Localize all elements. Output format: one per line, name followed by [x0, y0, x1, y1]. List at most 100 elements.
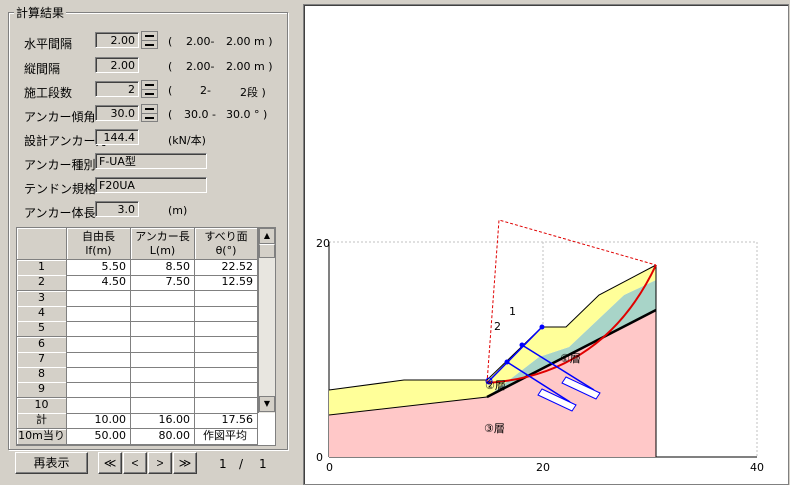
- cell-slip-angle: [195, 351, 258, 368]
- tendon-value: F20UA: [95, 177, 207, 193]
- tendon-label: テンドン規格: [24, 182, 97, 196]
- row-header[interactable]: 1: [17, 260, 67, 276]
- cell-anchor-length: [131, 290, 195, 307]
- total-anchor-length: 16.00: [131, 413, 195, 429]
- col-header-free-length[interactable]: 自由長 lf(m): [67, 228, 131, 260]
- tilt-spinner[interactable]: [141, 104, 158, 122]
- last-page-button[interactable]: ≫: [173, 452, 197, 474]
- horiz-range-open: (: [168, 35, 173, 48]
- per10m-label: 10m当り: [17, 429, 67, 445]
- prev-page-button[interactable]: <: [123, 452, 147, 474]
- cell-slip-angle: [195, 321, 258, 338]
- tilt-range-min: 30.0 -: [184, 108, 216, 121]
- scroll-thumb[interactable]: [259, 244, 275, 258]
- row-header[interactable]: 6: [17, 336, 67, 353]
- horiz-range-min: 2.00-: [186, 35, 215, 48]
- col-header-anchor-length[interactable]: アンカー長 L(m): [131, 228, 195, 260]
- tilt-label: アンカー傾角: [24, 110, 96, 124]
- vert-label: 縦間隔: [24, 62, 61, 76]
- cell-slip-angle: 12.59: [195, 275, 258, 292]
- col-header-text: 自由長: [82, 230, 115, 243]
- cell-free-length: [67, 305, 131, 322]
- stages-value[interactable]: 2: [95, 81, 139, 97]
- col-header-unit: lf(m): [85, 244, 112, 257]
- anchor-point-3: [504, 359, 510, 365]
- cell-anchor-length: [131, 382, 195, 399]
- row-header[interactable]: 7: [17, 351, 67, 368]
- horiz-range-max: 2.00 m ): [226, 35, 273, 48]
- scroll-up-arrow-icon[interactable]: ▲: [259, 228, 275, 244]
- redisplay-button[interactable]: 再表示: [15, 452, 88, 474]
- horiz-spinner[interactable]: [141, 31, 158, 49]
- tilt-value[interactable]: 30.0: [95, 105, 139, 121]
- per10m-free-length: 50.00: [67, 429, 131, 445]
- cell-anchor-length: [131, 305, 195, 322]
- stages-range-max: 2段 ): [240, 86, 266, 99]
- anchor-point-2: [519, 342, 525, 348]
- body-length-unit: (m): [168, 204, 188, 217]
- per10m-anchor-length: 80.00: [131, 429, 195, 445]
- row-header[interactable]: 9: [17, 382, 67, 399]
- horiz-label: 水平間隔: [24, 37, 73, 51]
- y-tick-0: 0: [316, 451, 323, 464]
- col-header-unit: L(m): [149, 244, 176, 257]
- vert-range-max: 2.00 m ): [226, 60, 273, 73]
- cross-section-view[interactable]: 20 0 0 20 40 1 2 ①層 ②層 ③層: [303, 4, 789, 485]
- vert-value[interactable]: 2.00: [95, 57, 139, 73]
- row-header[interactable]: 10: [17, 397, 67, 414]
- cell-free-length: 5.50: [67, 260, 131, 276]
- cell-free-length: 4.50: [67, 275, 131, 292]
- cell-free-length: [67, 367, 131, 384]
- cross-section-canvas: [328, 219, 758, 458]
- stages-range-open: (: [168, 84, 173, 97]
- col-header-text: アンカー長: [135, 230, 190, 243]
- col-header-unit: θ(°): [215, 244, 237, 257]
- row-header[interactable]: 4: [17, 305, 67, 322]
- x-tick-20: 20: [536, 461, 550, 474]
- design-force-value: 144.4: [95, 129, 139, 145]
- body-length-value: 3.0: [95, 201, 139, 217]
- group-title: 計算結果: [14, 4, 67, 21]
- pager-separator: /: [239, 457, 244, 471]
- stages-spinner[interactable]: [141, 80, 158, 98]
- cell-anchor-length: 8.50: [131, 260, 195, 276]
- cell-slip-angle: [195, 305, 258, 322]
- cell-slip-angle: [195, 336, 258, 353]
- first-page-button[interactable]: ≪: [98, 452, 122, 474]
- tilt-range-max: 30.0 ° ): [226, 108, 268, 121]
- slope-ratio-2: 2: [494, 320, 501, 333]
- layer3-label: ③層: [484, 422, 505, 435]
- vert-range-open: (: [168, 60, 173, 73]
- cell-free-length: [67, 290, 131, 307]
- cell-slip-angle: [195, 367, 258, 384]
- row-header[interactable]: 2: [17, 275, 67, 292]
- anchor-point-1: [539, 324, 545, 330]
- anchor-type-label: アンカー種別: [24, 158, 96, 172]
- cell-slip-angle: [195, 290, 258, 307]
- layer1-label: ①層: [560, 352, 581, 365]
- table-scrollbar[interactable]: ▲ ▼: [258, 228, 275, 413]
- row-header[interactable]: 5: [17, 321, 67, 338]
- cell-anchor-length: [131, 336, 195, 353]
- cell-anchor-length: [131, 397, 195, 414]
- anchor-type-value: F-UA型: [95, 153, 207, 169]
- tilt-range-open: (: [168, 108, 173, 121]
- row-header[interactable]: 8: [17, 367, 67, 384]
- pager-current: 1: [219, 457, 227, 471]
- cell-slip-angle: [195, 397, 258, 414]
- cell-free-length: [67, 336, 131, 353]
- layer2-label: ②層: [485, 379, 506, 392]
- col-header-text: すべり面: [204, 230, 248, 243]
- per10m-note: 作図平均: [195, 429, 258, 445]
- scroll-down-arrow-icon[interactable]: ▼: [259, 396, 275, 412]
- horiz-value[interactable]: 2.00: [95, 32, 139, 48]
- cell-anchor-length: [131, 351, 195, 368]
- total-free-length: 10.00: [67, 413, 131, 429]
- next-page-button[interactable]: >: [148, 452, 172, 474]
- result-table[interactable]: 自由長 lf(m) アンカー長 L(m) すべり面 θ(°) 1 5.50 8.50…: [16, 227, 276, 446]
- row-header[interactable]: 3: [17, 290, 67, 307]
- col-header-slip-angle[interactable]: すべり面 θ(°): [195, 228, 258, 260]
- y-tick-20: 20: [316, 237, 330, 250]
- total-slip-angle: 17.56: [195, 413, 258, 429]
- cell-anchor-length: [131, 367, 195, 384]
